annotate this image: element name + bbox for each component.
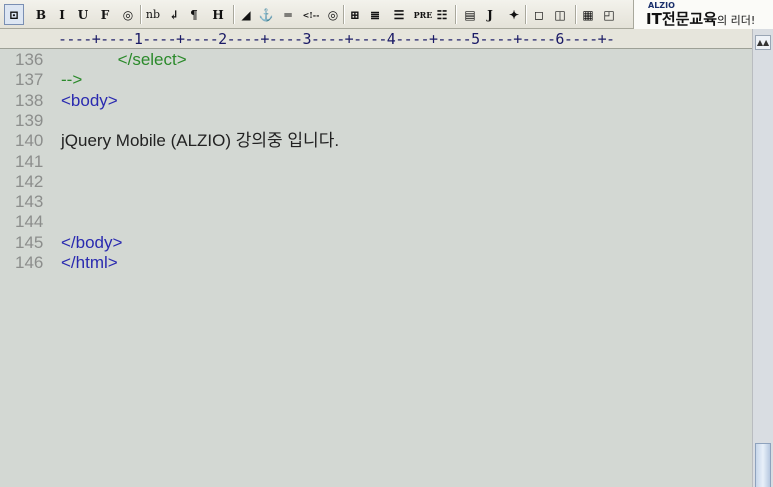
bold-button[interactable]: B [32,4,50,25]
align-center-icon[interactable]: ≣ [366,4,384,25]
link-icon[interactable]: ◢ [236,4,256,25]
line-number: 144 [15,212,44,232]
code-line[interactable]: 137 --> [0,70,752,90]
toolbar-separator [233,5,235,24]
toolbar-separator [575,5,577,24]
code-line[interactable]: 145 </body> [0,233,752,253]
scroll-thumb[interactable] [755,443,771,487]
color-icon[interactable]: ◎ [118,4,138,25]
line-code: <body> [61,90,118,110]
color-palette-icon[interactable]: ▦ [578,4,598,25]
line-number: 138 [15,90,44,110]
linebreak-button[interactable]: ↲ [166,4,182,25]
frameset-icon[interactable]: ◫ [551,4,569,25]
brand-title: IT전문교육 [646,10,718,28]
script-icon[interactable]: ✦ [504,4,524,25]
ruler-scale: ----+----1----+----2----+----3----+----4… [58,30,615,48]
italic-button[interactable]: I [53,4,71,25]
list-icon[interactable]: ☷ [433,4,451,25]
underline-button[interactable]: U [74,4,92,25]
line-number: 143 [15,192,44,212]
table-icon[interactable]: ⊞ [346,4,364,25]
line-code: </body> [61,232,123,252]
layout-icon[interactable]: ◰ [600,4,618,25]
toolbar-separator [525,5,527,24]
line-code: jQuery Mobile (ALZIO) 강의중 입니다. [61,131,340,151]
line-number: 140 [15,131,44,151]
code-line[interactable]: 138 <body> [0,91,752,111]
align-icon[interactable]: ☰ [390,4,408,25]
line-number: 136 [15,50,44,69]
hr-button[interactable]: ═ [279,4,297,25]
line-number: 139 [15,110,44,130]
image-icon[interactable]: ◎ [323,4,343,25]
javascript-button[interactable]: J [482,4,498,25]
toolbar: ⊡ B I U F ◎ nb ↲ ¶ H ◢ ⚓ ═ <!-- ◎ ⊞ ≣ ☰ PRE ☷ ▤ J ✦ ◻ ◫ ▦ ◰ ALZIO IT… [0,0,773,29]
vertical-scrollbar[interactable]: ▲▲ [752,29,773,487]
code-line[interactable]: 140 jQuery Mobile (ALZIO) 강의중 입니다. [0,131,752,151]
code-line[interactable]: 143 [0,192,752,212]
ruler: ----+----1----+----2----+----3----+----4… [0,29,773,49]
font-button[interactable]: F [96,4,114,25]
line-code: --> [61,70,83,90]
paragraph-button[interactable]: ¶ [186,4,202,25]
line-code: </html> [61,253,118,272]
toolbar-separator [343,5,345,24]
form-icon[interactable]: ▤ [460,4,480,25]
line-number: 145 [15,232,44,252]
code-line[interactable]: 136 </select> [0,50,752,70]
brand-logo: ALZIO IT전문교육의 리더! [633,0,773,29]
brand-suffix: 의 리더! [717,14,756,27]
code-line[interactable]: 139 [0,111,752,131]
line-number: 142 [15,171,44,191]
preview-icon[interactable]: ⊡ [4,4,24,25]
heading-button[interactable]: H [208,4,228,25]
code-line[interactable]: 141 [0,152,752,172]
anchor-icon[interactable]: ⚓ [257,4,275,25]
nbsp-button[interactable]: nb [143,4,163,25]
line-number: 137 [15,70,44,90]
frame-icon[interactable]: ◻ [530,4,548,25]
line-code: </select> [61,50,187,69]
pre-button[interactable]: PRE [412,4,434,25]
toolbar-separator [455,5,457,24]
code-editor[interactable]: 136 </select> 137 --> 138 <body> 139 140 jQuery… [0,49,752,487]
line-number: 146 [15,253,44,272]
code-line[interactable]: 146 </html> [0,253,752,273]
code-line[interactable]: 144 [0,212,752,232]
line-number: 141 [15,151,44,171]
scroll-up-button[interactable]: ▲▲ [755,35,771,50]
toolbar-separator [140,5,142,24]
comment-button[interactable]: <!-- [300,4,322,25]
brand-main-text: IT전문교육의 리더! [646,8,755,29]
code-line[interactable]: 142 [0,172,752,192]
